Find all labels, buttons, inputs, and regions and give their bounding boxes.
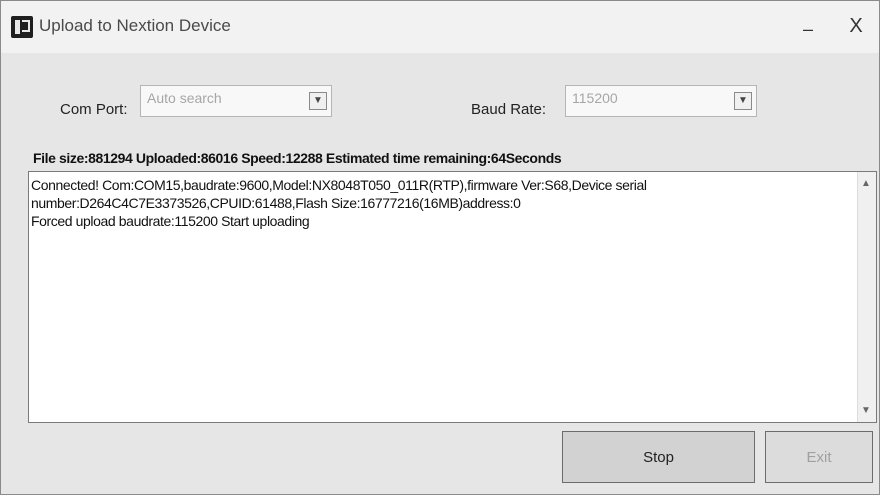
scroll-down-icon[interactable]: ▼ xyxy=(861,405,871,416)
log-line: Forced upload baudrate:115200 Start uplo… xyxy=(31,213,310,229)
log-scrollbar[interactable]: ▲ ▼ xyxy=(857,172,876,422)
stop-button[interactable]: Stop xyxy=(562,431,755,483)
minimize-button[interactable]: – xyxy=(793,19,823,39)
com-port-value: Auto search xyxy=(147,90,222,106)
upload-dialog: Upload to Nextion Device – X Com Port: A… xyxy=(0,0,880,495)
com-port-select[interactable]: Auto search ▼ xyxy=(140,85,332,117)
log-line: Connected! Com:COM15,baudrate:9600,Model… xyxy=(31,177,647,193)
title-bar: Upload to Nextion Device – X xyxy=(1,1,879,53)
scroll-up-icon[interactable]: ▲ xyxy=(861,178,871,189)
com-port-label: Com Port: xyxy=(60,101,128,118)
nextion-logo-icon xyxy=(11,16,33,38)
chevron-down-icon[interactable]: ▼ xyxy=(309,92,327,110)
exit-button[interactable]: Exit xyxy=(765,431,873,483)
close-button[interactable]: X xyxy=(841,15,871,39)
upload-status: File size:881294 Uploaded:86016 Speed:12… xyxy=(33,150,562,166)
log-text: Connected! Com:COM15,baudrate:9600,Model… xyxy=(31,176,831,230)
window-title: Upload to Nextion Device xyxy=(39,16,231,35)
baud-rate-select[interactable]: 115200 ▼ xyxy=(565,85,757,117)
baud-rate-label: Baud Rate: xyxy=(471,101,547,118)
log-line: number:D264C4C7E3373526,CPUID:61488,Flas… xyxy=(31,195,521,211)
chevron-down-icon[interactable]: ▼ xyxy=(734,92,752,110)
baud-rate-value: 115200 xyxy=(572,90,618,106)
upload-log[interactable]: Connected! Com:COM15,baudrate:9600,Model… xyxy=(28,171,877,423)
